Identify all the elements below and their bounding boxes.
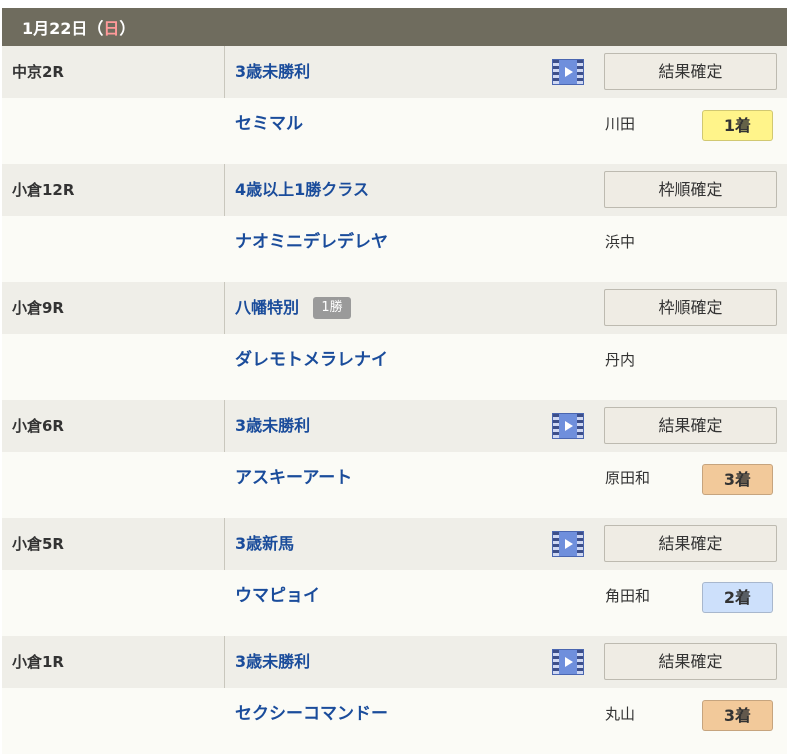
video-icon[interactable] [552, 413, 584, 439]
venue-label: 小倉9R [12, 299, 64, 317]
horse-row: ウマピョイ 角田和 2着 [2, 570, 787, 636]
class-badge: 1勝 [313, 297, 351, 319]
race-status-button[interactable]: 結果確定 [604, 53, 777, 90]
horse-row: アスキーアート 原田和 3着 [2, 452, 787, 518]
race-row: 小倉9R 八幡特別 1勝 枠順確定 [2, 282, 787, 334]
finish-badge: 3着 [702, 700, 773, 731]
race-status-button[interactable]: 結果確定 [604, 525, 777, 562]
race-name-link[interactable]: 3歳未勝利 [235, 636, 310, 688]
horse-name-link[interactable]: ウマピョイ [235, 570, 320, 622]
race-name-link[interactable]: 八幡特別 [235, 282, 299, 334]
finish-badge: 2着 [702, 582, 773, 613]
column-divider [224, 282, 225, 334]
race-name-link[interactable]: 3歳未勝利 [235, 46, 310, 98]
film-strip-right [577, 414, 583, 438]
race-status-button[interactable]: 枠順確定 [604, 171, 777, 208]
film-strip-left [553, 650, 559, 674]
video-icon[interactable] [552, 649, 584, 675]
race-name-link[interactable]: 3歳新馬 [235, 518, 294, 570]
horse-name-link[interactable]: アスキーアート [235, 452, 352, 504]
column-divider [224, 400, 225, 452]
film-strip-left [553, 414, 559, 438]
horse-name-link[interactable]: セミマル [235, 98, 303, 150]
date-close: ） [119, 19, 136, 38]
date-header: 1月22日（日） [2, 8, 787, 46]
column-divider [224, 46, 225, 98]
finish-badge: 1着 [702, 110, 773, 141]
play-icon [565, 67, 573, 77]
column-divider [224, 518, 225, 570]
film-strip-left [553, 60, 559, 84]
horse-row: セミマル 川田 1着 [2, 98, 787, 164]
horse-name-link[interactable]: ダレモトメラレナイ [235, 334, 388, 386]
film-strip-right [577, 60, 583, 84]
finish-badge: 3着 [702, 464, 773, 495]
venue-label: 小倉5R [12, 535, 64, 553]
film-strip-left [553, 532, 559, 556]
horse-row: ダレモトメラレナイ 丹内 [2, 334, 787, 400]
play-icon [565, 421, 573, 431]
venue-label: 小倉6R [12, 417, 64, 435]
race-row: 小倉6R 3歳未勝利 結果確定 [2, 400, 787, 452]
column-divider [224, 164, 225, 216]
race-status-button[interactable]: 結果確定 [604, 407, 777, 444]
video-icon[interactable] [552, 531, 584, 557]
horse-row: セクシーコマンドー 丸山 3着 [2, 688, 787, 754]
jockey-name: 丹内 [605, 351, 636, 369]
horse-name-link[interactable]: セクシーコマンドー [235, 688, 388, 740]
race-row: 小倉12R 4歳以上1勝クラス 枠順確定 [2, 164, 787, 216]
race-status-button[interactable]: 枠順確定 [604, 289, 777, 326]
venue-label: 小倉1R [12, 653, 64, 671]
jockey-name: 角田和 [605, 587, 651, 605]
race-row: 中京2R 3歳未勝利 結果確定 [2, 46, 787, 98]
jockey-name: 丸山 [605, 705, 636, 723]
video-icon[interactable] [552, 59, 584, 85]
race-name-link[interactable]: 4歳以上1勝クラス [235, 164, 369, 216]
jockey-name: 原田和 [605, 469, 651, 487]
horse-name-link[interactable]: ナオミニデレデレヤ [235, 216, 388, 268]
horse-row: ナオミニデレデレヤ 浜中 [2, 216, 787, 282]
race-row: 小倉1R 3歳未勝利 結果確定 [2, 636, 787, 688]
date-text: 1月22日（ [22, 19, 104, 38]
venue-label: 小倉12R [12, 181, 75, 199]
play-icon [565, 539, 573, 549]
race-name-link[interactable]: 3歳未勝利 [235, 400, 310, 452]
film-strip-right [577, 532, 583, 556]
weekday-text: 日 [103, 19, 120, 38]
race-status-button[interactable]: 結果確定 [604, 643, 777, 680]
race-row: 小倉5R 3歳新馬 結果確定 [2, 518, 787, 570]
film-strip-right [577, 650, 583, 674]
column-divider [224, 636, 225, 688]
venue-label: 中京2R [12, 63, 64, 81]
jockey-name: 川田 [605, 115, 636, 133]
jockey-name: 浜中 [605, 233, 636, 251]
play-icon [565, 657, 573, 667]
